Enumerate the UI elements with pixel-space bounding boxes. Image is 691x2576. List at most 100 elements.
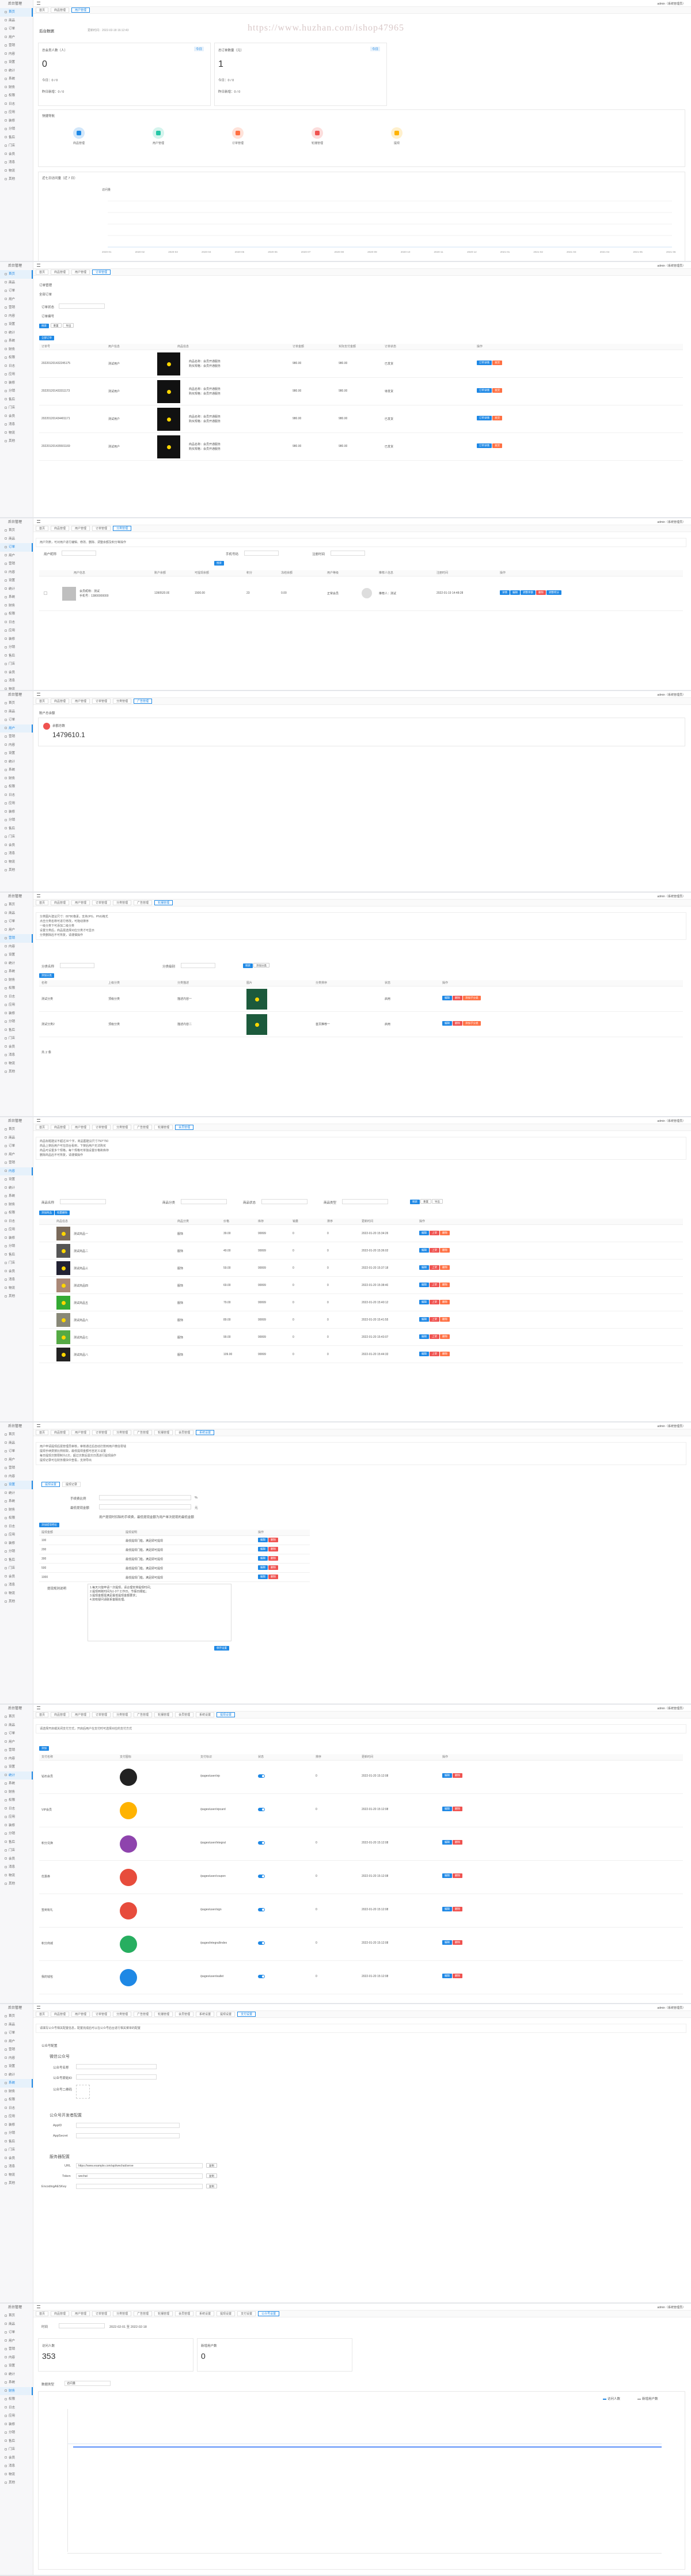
row-action-button[interactable]: 删除 [440,1248,450,1253]
row-action-button[interactable]: 删除 [453,1021,462,1026]
row-action-button[interactable]: 删除 [453,1974,462,1978]
sidebar-item[interactable]: 系统 [0,593,33,602]
sidebar-item[interactable]: 设置 [0,951,33,959]
sidebar-item[interactable]: 物流 [0,1060,33,1068]
tab-item[interactable]: 首页 [36,7,49,13]
user-menu[interactable]: admin（系统管理员） [657,1706,685,1710]
row-action-button[interactable]: 编辑 [419,1352,429,1356]
all-orders-tab[interactable]: 全部订单 [39,336,54,340]
status-toggle[interactable] [258,1875,265,1878]
sidebar-item[interactable]: 系统 [0,1497,33,1506]
user-menu[interactable]: admin（系统管理员） [657,2,685,6]
sidebar-item[interactable]: 统计 [0,67,33,75]
sidebar-item[interactable]: 售后 [0,1026,33,1035]
sidebar-item[interactable]: 消息 [0,1276,33,1284]
tab-item[interactable]: 首页 [36,1712,49,1717]
sidebar-item[interactable]: 其他 [0,1598,33,1606]
sidebar-item[interactable]: 会员 [0,1855,33,1864]
sidebar-item[interactable]: 营销 [0,1464,33,1473]
sidebar-item[interactable]: 商品 [0,17,33,25]
tab-item[interactable]: 广告管理 [134,1430,153,1435]
tab-item[interactable]: 系统设置 [196,1712,215,1717]
sidebar-item[interactable]: 消息 [0,158,33,167]
sidebar-item[interactable]: 装修 [0,1010,33,1018]
sidebar-item[interactable]: 统计 [0,1489,33,1498]
row-action-button[interactable]: 编辑 [258,1575,268,1579]
user-menu[interactable]: admin（系统管理员） [657,264,685,268]
row-action-button[interactable]: 删除 [440,1231,450,1235]
sidebar-item[interactable]: 内容 [0,1755,33,1763]
sidebar-item[interactable]: 其他 [0,437,33,446]
add-goods-button[interactable]: 添加商品 [39,1211,54,1215]
register-date-input[interactable] [331,551,365,556]
status-toggle[interactable] [258,1941,265,1945]
sidebar-item[interactable]: 权限 [0,1796,33,1805]
row-action-button[interactable]: 上架 [430,1283,439,1287]
sidebar-item[interactable]: 财务 [0,2088,33,2096]
appsecret-input[interactable] [76,2133,180,2138]
sidebar-item[interactable]: 订单 [0,543,33,552]
sidebar-item[interactable]: 首页 [0,901,33,909]
sidebar-item[interactable]: 用户 [0,1456,33,1465]
sidebar-item[interactable]: 首页 [0,1713,33,1721]
row-action-button[interactable]: 编辑 [419,1265,429,1270]
tab-item[interactable]: 商品管理 [51,7,70,13]
sidebar-item[interactable]: 装修 [0,808,33,817]
category-name-input[interactable] [60,963,94,968]
sidebar-item[interactable]: 用户 [0,2038,33,2046]
tab-item[interactable]: 订单管理 [92,526,111,531]
sidebar-item[interactable]: 统计 [0,1184,33,1193]
sidebar-item[interactable]: 会员 [0,841,33,850]
sidebar-item[interactable]: 营销 [0,560,33,568]
reset-button[interactable]: 重置 [50,323,62,328]
sidebar-item[interactable]: 装修 [0,1539,33,1548]
sidebar-item[interactable]: 统计 [0,758,33,767]
tab-item[interactable]: 首页 [36,2012,49,2017]
sidebar-item[interactable]: 统计 [0,2370,33,2379]
qrcode-upload[interactable] [76,2085,90,2099]
add-category-tab[interactable]: 添加分类 [39,973,54,978]
sidebar-item[interactable]: 物流 [0,167,33,176]
sidebar-item[interactable]: 营销 [0,2046,33,2054]
status-toggle[interactable] [258,1774,265,1778]
row-action-button[interactable]: 上架 [430,1265,439,1270]
menu-toggle-icon[interactable] [37,264,40,267]
sidebar-item[interactable]: 内容 [0,2354,33,2362]
sidebar-item[interactable]: 统计 [0,329,33,337]
export-button[interactable]: 导出 [63,323,74,328]
sidebar-item[interactable]: 内容 [0,50,33,59]
sidebar-item[interactable]: 营销 [0,733,33,741]
sidebar-item[interactable]: 设置 [0,749,33,758]
tab-item[interactable]: 分类管理 [113,2012,132,2017]
sidebar-item[interactable]: 首页 [0,526,33,535]
row-action-button[interactable]: 调整积分 [546,590,561,595]
row-action-button[interactable]: 订单详情 [477,416,492,420]
sidebar-item[interactable]: 系统 [0,75,33,84]
tab-item[interactable]: 提现设置 [217,2012,236,2017]
sidebar-item[interactable]: 其他 [0,1292,33,1301]
row-action-button[interactable]: 编辑 [419,1283,429,1287]
row-action-button[interactable]: 发货 [492,416,502,420]
sidebar-item[interactable]: 系统 [0,337,33,346]
sidebar-item[interactable]: 消息 [0,1051,33,1060]
sidebar-item[interactable]: 装修 [0,2121,33,2130]
category-level-select[interactable] [181,963,215,968]
sidebar-item[interactable]: 售后 [0,2138,33,2146]
sidebar-item[interactable]: 设置 [0,1481,33,1489]
sidebar-item[interactable]: 其他 [0,175,33,184]
sidebar-item[interactable]: 应用 [0,370,33,379]
tab-item[interactable]: 订单管理 [92,900,111,905]
sidebar-item[interactable]: 分销 [0,1830,33,1838]
row-action-button[interactable]: 删除 [440,1283,450,1287]
sidebar-item[interactable]: 设置 [0,2362,33,2370]
sidebar-item[interactable]: 设置 [0,1763,33,1771]
row-action-button[interactable]: 订单详情 [477,361,492,365]
sidebar-item[interactable]: 内容 [0,943,33,951]
sidebar-item[interactable]: 设置 [0,2062,33,2071]
sidebar-item[interactable]: 分销 [0,643,33,652]
sidebar-item[interactable]: 订单 [0,287,33,295]
sidebar-item[interactable]: 日志 [0,791,33,800]
sidebar-item[interactable]: 应用 [0,2412,33,2421]
search-button[interactable]: 搜索 [410,1200,420,1204]
row-action-button[interactable]: 删除 [440,1317,450,1322]
